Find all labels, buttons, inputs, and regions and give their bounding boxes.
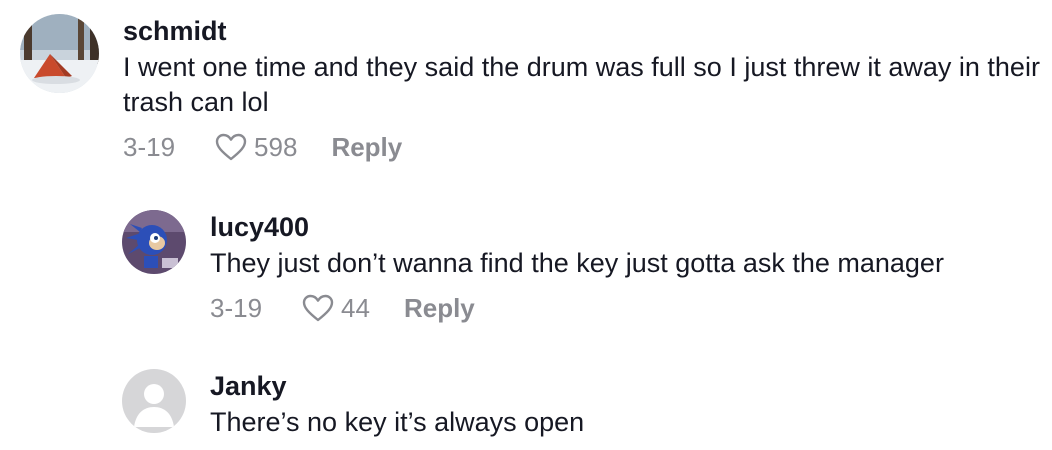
like-button[interactable]: 44 — [302, 293, 370, 324]
default-avatar-icon — [122, 369, 186, 433]
heart-outline-icon — [215, 133, 247, 161]
comment-meta: 3-19 44 Reply — [210, 292, 944, 324]
comment-text: I went one time and they said the drum w… — [123, 52, 1040, 117]
heart-outline-icon — [302, 294, 334, 322]
comment-date: 3-19 — [123, 131, 176, 162]
like-count: 598 — [254, 131, 298, 162]
reply-item: Janky There’s no key it’s always open — [122, 369, 584, 440]
like-button[interactable]: 598 — [215, 132, 297, 163]
username[interactable]: schmidt — [123, 14, 1043, 48]
comment-item: schmidt I went one time and they said th… — [20, 14, 1043, 163]
comment-thread: schmidt I went one time and they said th… — [0, 0, 1052, 450]
avatar[interactable] — [20, 14, 99, 93]
avatar-image — [122, 210, 186, 274]
avatar-image — [20, 14, 99, 93]
comment-text: They just don’t wanna find the key just … — [210, 248, 944, 278]
reply-button[interactable]: Reply — [331, 132, 402, 163]
avatar[interactable] — [122, 210, 186, 274]
like-count: 44 — [341, 292, 370, 323]
reply-item: lucy400 They just don’t wanna find the k… — [122, 210, 944, 324]
comment-body: lucy400 They just don’t wanna find the k… — [210, 210, 944, 324]
reply-button[interactable]: Reply — [404, 293, 475, 324]
comment-body: schmidt I went one time and they said th… — [123, 14, 1043, 163]
comment-meta: 3-19 598 Reply — [123, 131, 1043, 163]
comment-text: There’s no key it’s always open — [210, 407, 585, 437]
username[interactable]: Janky — [210, 369, 584, 403]
avatar[interactable] — [122, 369, 186, 433]
comment-date: 3-19 — [210, 292, 263, 323]
username[interactable]: lucy400 — [210, 210, 944, 244]
comment-body: Janky There’s no key it’s always open — [210, 369, 584, 440]
